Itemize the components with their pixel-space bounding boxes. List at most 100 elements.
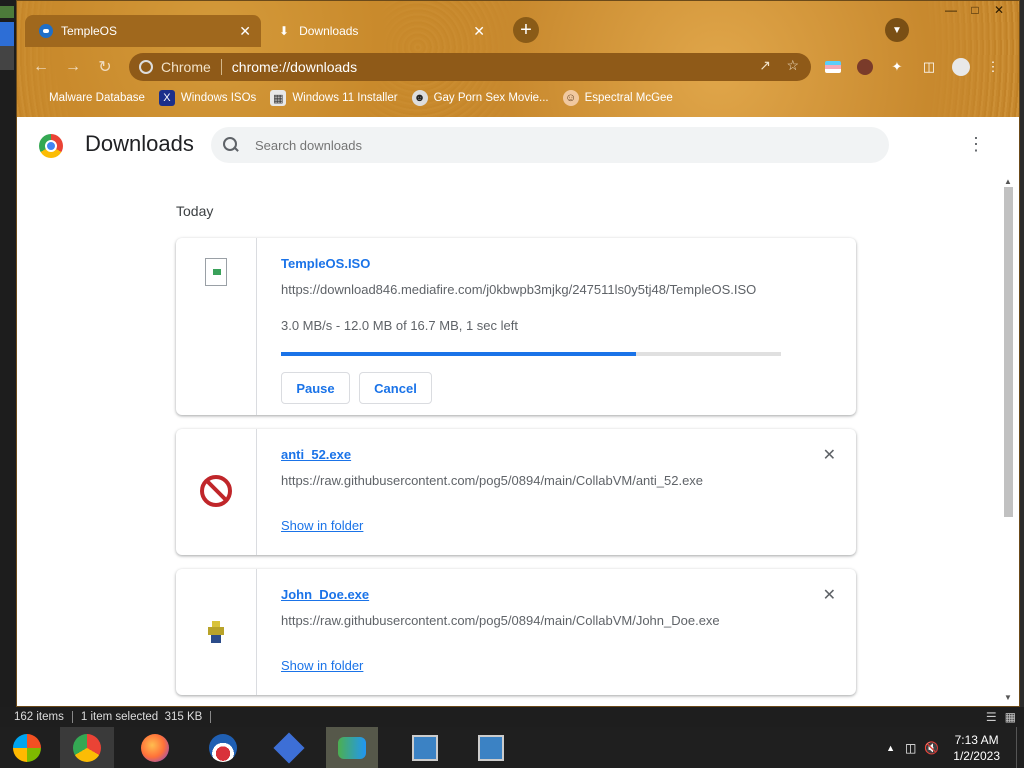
desktop-icon[interactable]	[0, 46, 14, 70]
setup-installer-icon	[412, 734, 438, 761]
start-button[interactable]	[0, 727, 54, 768]
pause-button[interactable]: Pause	[281, 372, 350, 404]
browser-frame: — □ ✕ TempleOS ✕ ⬇ Downloads ✕ + ▼ ← → ↻…	[17, 1, 1019, 117]
minimize-button[interactable]: —	[939, 1, 963, 19]
scroll-up-icon[interactable]: ▲	[1004, 177, 1012, 186]
download-filename[interactable]: John_Doe.exe	[281, 587, 369, 602]
large-icons-view-icon[interactable]: ▦	[1005, 710, 1016, 724]
taskbar-chrome[interactable]	[60, 727, 114, 768]
show-in-folder-link[interactable]: Show in folder	[281, 658, 363, 673]
close-tab-icon[interactable]: ✕	[239, 23, 251, 40]
bookmark-movie[interactable]: ☻ Gay Porn Sex Movie...	[411, 90, 549, 106]
bookmark-label: Windows 11 Installer	[292, 92, 398, 104]
clock-time: 7:13 AM	[954, 732, 999, 747]
selection-info: 1 item selected 315 KB	[80, 711, 203, 723]
extension-flag-icon[interactable]	[823, 57, 843, 77]
desktop-icon[interactable]	[0, 6, 14, 18]
taskbar-setup-1[interactable]	[398, 727, 452, 768]
bookmark-windows-isos[interactable]: X Windows ISOs	[158, 90, 257, 106]
extensions-puzzle-icon[interactable]: ✦	[887, 57, 907, 77]
system-tray: ▲ ◫ 🔇 7:13 AM 1/2/2023	[886, 727, 1024, 768]
download-filename[interactable]: TempleOS.ISO	[281, 256, 370, 271]
search-box[interactable]	[211, 127, 889, 163]
download-source-url[interactable]: https://download846.mediafire.com/j0kbwp…	[281, 282, 756, 297]
bookmark-label: Windows ISOs	[180, 92, 257, 104]
show-in-folder-link[interactable]: Show in folder	[281, 518, 363, 533]
blocked-icon	[200, 475, 232, 507]
tab-templeos[interactable]: TempleOS ✕	[25, 15, 261, 47]
file-icon-column	[176, 238, 257, 415]
bookmark-windows-11-installer[interactable]: ▦ Windows 11 Installer	[270, 90, 398, 106]
avatar-icon: ☻	[411, 90, 428, 106]
date-section-label: Today	[176, 203, 214, 219]
download-status: 3.0 MB/s - 12.0 MB of 16.7 MB, 1 sec lef…	[281, 318, 518, 333]
file-icon-column	[176, 429, 257, 555]
divider	[71, 711, 73, 723]
divider	[210, 711, 212, 723]
bookmark-star-icon[interactable]: ☆	[786, 57, 799, 74]
tab-downloads[interactable]: ⬇ Downloads ✕	[273, 15, 495, 47]
tab-title: Downloads	[299, 24, 359, 38]
download-source-url[interactable]: https://raw.githubusercontent.com/pog5/0…	[281, 473, 703, 488]
file-icon-column	[176, 569, 257, 695]
address-bar[interactable]: Chrome chrome://downloads ↗ ☆	[129, 53, 811, 81]
taskbar-people[interactable]	[326, 727, 378, 768]
clock[interactable]: 7:13 AM 1/2/2023	[953, 732, 1000, 764]
taskbar: ▲ ◫ 🔇 7:13 AM 1/2/2023	[0, 727, 1024, 768]
download-source-url[interactable]: https://raw.githubusercontent.com/pog5/0…	[281, 613, 720, 628]
templeos-favicon-icon	[39, 24, 53, 38]
volume-muted-icon[interactable]: 🔇	[924, 741, 939, 755]
download-item-johndoe: John_Doe.exe ✕ https://raw.githubusercon…	[176, 569, 856, 695]
progress-fill	[281, 352, 636, 356]
share-icon[interactable]: ↗	[759, 57, 771, 74]
side-panel-icon[interactable]: ◫	[919, 57, 939, 77]
taskbar-firefox[interactable]	[128, 727, 182, 768]
bookmark-malware-database[interactable]: Malware Database	[49, 92, 145, 104]
downloads-header: Downloads ⋮	[17, 117, 1019, 173]
taskbar-app[interactable]	[262, 727, 316, 768]
profile-avatar-icon[interactable]	[951, 57, 971, 77]
network-icon[interactable]: ◫	[905, 741, 916, 755]
bookmark-label: Malware Database	[49, 92, 145, 104]
back-button[interactable]: ←	[29, 55, 53, 79]
forward-button[interactable]: →	[61, 55, 85, 79]
taskbar-setup-2[interactable]	[464, 727, 518, 768]
scroll-down-icon[interactable]: ▼	[1004, 693, 1012, 702]
bookmark-espectral-mcgee[interactable]: ☺ Espectral McGee	[562, 90, 673, 106]
remove-download-icon[interactable]: ✕	[823, 445, 836, 465]
setup-installer-icon	[478, 734, 504, 761]
download-item-templeos: TempleOS.ISO https://download846.mediafi…	[176, 238, 856, 415]
scrollbar-thumb[interactable]	[1004, 187, 1013, 517]
browser-menu-icon[interactable]: ⋮	[983, 57, 1003, 77]
maximize-button[interactable]: □	[963, 1, 987, 19]
face-icon: ☺	[562, 90, 579, 106]
toolbar: ← → ↻ Chrome chrome://downloads ↗ ☆ ✦ ◫ …	[17, 53, 1019, 81]
tab-title: TempleOS	[61, 24, 118, 38]
tab-search-button[interactable]: ▼	[885, 18, 909, 42]
new-tab-button[interactable]: +	[513, 17, 539, 43]
taskbar-obama[interactable]	[196, 727, 250, 768]
details-view-icon[interactable]: ☰	[986, 710, 997, 724]
start-orb-icon	[13, 733, 41, 762]
close-window-button[interactable]: ✕	[987, 1, 1011, 19]
explorer-status-bar: 162 items 1 item selected 315 KB ☰ ▦	[0, 707, 1024, 727]
bookmark-label: Espectral McGee	[584, 92, 673, 104]
extension-avatar-icon[interactable]	[855, 57, 875, 77]
firefox-icon	[141, 733, 169, 762]
close-tab-icon[interactable]: ✕	[473, 23, 485, 40]
chrome-taskbar-icon	[73, 733, 101, 762]
download-progress-bar	[281, 352, 781, 356]
iso-file-icon	[205, 258, 227, 286]
people-icon	[338, 736, 366, 759]
more-actions-icon[interactable]: ⋮	[967, 135, 985, 155]
search-input[interactable]	[255, 137, 855, 153]
cancel-button[interactable]: Cancel	[359, 372, 432, 404]
show-hidden-icons-icon[interactable]: ▲	[886, 743, 895, 753]
download-filename[interactable]: anti_52.exe	[281, 447, 351, 462]
remove-download-icon[interactable]: ✕	[823, 585, 836, 605]
show-desktop-button[interactable]	[1016, 727, 1024, 768]
page-scrollbar[interactable]: ▲ ▼	[1003, 177, 1013, 702]
url-text[interactable]: chrome://downloads	[222, 59, 357, 75]
download-icon: ⬇	[279, 24, 290, 38]
reload-button[interactable]: ↻	[93, 55, 117, 79]
